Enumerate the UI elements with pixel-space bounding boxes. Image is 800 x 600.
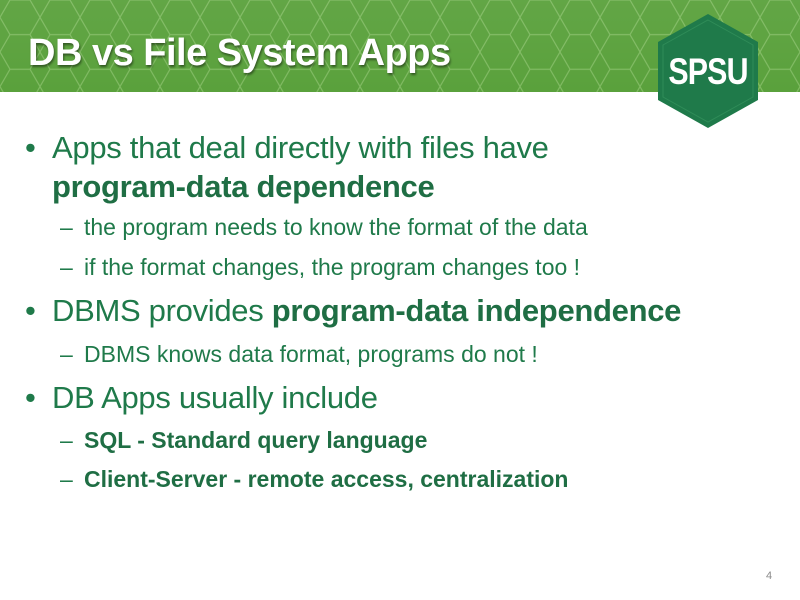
dash-icon: – (60, 341, 73, 367)
bullet-icon: • (25, 293, 36, 328)
bullet-item-1: • Apps that deal directly with files hav… (25, 129, 549, 166)
sub-bullet-3b: – Client-Server - remote access, central… (60, 465, 569, 493)
dash-icon: – (60, 254, 73, 280)
bullet-text: DB Apps usually include (52, 380, 378, 415)
sub-bullet-3a: – SQL - Standard query language (60, 426, 428, 454)
bullet-item-3: • DB Apps usually include (25, 379, 378, 416)
sub-bullet-text: SQL - Standard query language (84, 427, 428, 453)
sub-bullet-text: Client-Server - remote access, centraliz… (84, 466, 569, 492)
sub-bullet-1b: – if the format changes, the program cha… (60, 253, 581, 281)
bullet-text: DBMS provides (52, 293, 272, 328)
bullet-icon: • (25, 130, 36, 165)
bullet-text: Apps that deal directly with files have (52, 130, 549, 165)
sub-bullet-2a: – DBMS knows data format, programs do no… (60, 340, 538, 368)
emphasis-text: program-data dependence (52, 169, 435, 204)
bullet-item-2: • DBMS provides program-data independenc… (25, 292, 682, 329)
bullet-icon: • (25, 380, 36, 415)
sub-bullet-text: DBMS knows data format, programs do not … (84, 341, 538, 367)
dash-icon: – (60, 466, 73, 492)
sub-bullet-text: the program needs to know the format of … (84, 214, 588, 240)
page-number: 4 (766, 570, 773, 582)
dash-icon: – (60, 427, 73, 453)
slide-body: • Apps that deal directly with files hav… (0, 0, 800, 600)
sub-bullet-text: if the format changes, the program chang… (84, 254, 581, 280)
dash-icon: – (60, 214, 73, 240)
bullet-item-1-continuation: program-data dependence (52, 168, 435, 205)
sub-bullet-1a: – the program needs to know the format o… (60, 213, 588, 241)
emphasis-text: program-data independence (271, 293, 682, 328)
